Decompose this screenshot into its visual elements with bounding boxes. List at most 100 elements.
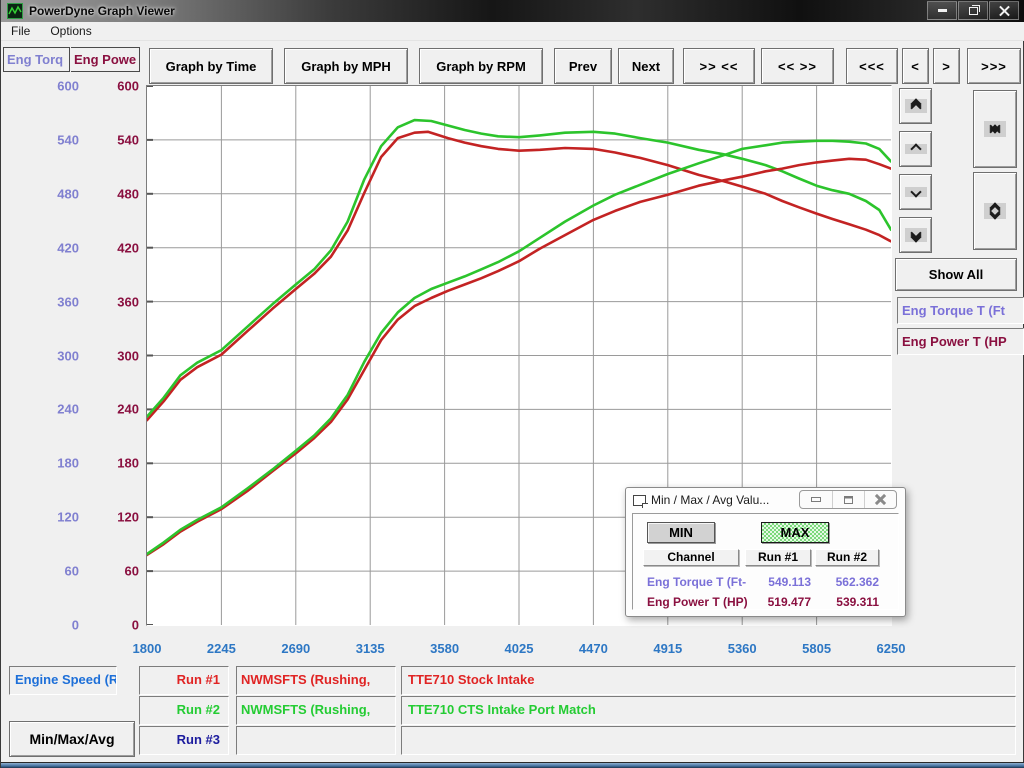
chevrons-expand-button[interactable] xyxy=(973,172,1017,250)
x-tick-rpm: 4025 xyxy=(505,641,534,656)
chevrons-expand-icon xyxy=(984,203,1006,219)
minmax-window-title: Min / Max / Avg Valu... xyxy=(651,493,769,507)
chevron-up-icon xyxy=(905,144,927,154)
minmax-row-channel: Eng Torque T (Ft- xyxy=(647,575,746,589)
column-header-run2: Run #2 xyxy=(815,549,879,566)
run-3-description-field[interactable] xyxy=(401,726,1016,755)
tab-eng-torque[interactable]: Eng Torq xyxy=(3,47,70,72)
x-tick-rpm: 3135 xyxy=(356,641,385,656)
y-tick-torque: 60 xyxy=(1,564,79,579)
restore-icon xyxy=(844,496,853,504)
prev-button[interactable]: Prev xyxy=(554,48,612,84)
run-label-1[interactable]: Run #1 xyxy=(139,666,229,695)
y-tick-torque: 480 xyxy=(1,186,79,201)
max-toggle-button[interactable]: MAX xyxy=(761,522,829,543)
maximize-icon xyxy=(969,7,978,15)
column-header-channel: Channel xyxy=(643,549,739,566)
min-toggle-button[interactable]: MIN xyxy=(647,522,715,543)
y-tick-power: 180 xyxy=(83,456,139,471)
graph-by-time-button[interactable]: Graph by Time xyxy=(149,48,273,84)
minmax-value: 562.362 xyxy=(815,575,879,589)
y-tick-power: 360 xyxy=(83,294,139,309)
run-label-3[interactable]: Run #3 xyxy=(139,726,229,755)
chevron-triple-down-icon xyxy=(905,228,927,242)
show-all-button[interactable]: Show All xyxy=(895,258,1017,291)
minmax-value: 539.311 xyxy=(815,595,879,609)
y-tick-power: 420 xyxy=(83,240,139,255)
y-tick-torque: 120 xyxy=(1,510,79,525)
minmax-value: 519.477 xyxy=(745,595,811,609)
tab-eng-power[interactable]: Eng Powe xyxy=(71,47,140,72)
x-tick-rpm: 6250 xyxy=(877,641,906,656)
y-tick-power: 300 xyxy=(83,348,139,363)
menu-options[interactable]: Options xyxy=(40,24,101,38)
zoom-out-x-button[interactable]: << >> xyxy=(761,48,834,84)
close-icon xyxy=(999,5,1010,16)
x-tick-rpm: 5805 xyxy=(802,641,831,656)
minmax-window[interactable]: Min / Max / Avg Valu... MIN MAX Channel … xyxy=(625,487,906,617)
y-tick-torque: 360 xyxy=(1,294,79,309)
x-tick-rpm: 5360 xyxy=(728,641,757,656)
chevron-down-button[interactable] xyxy=(899,174,932,210)
minmax-body: MIN MAX Channel Run #1 Run #2 Eng Torque… xyxy=(632,513,899,610)
y-tick-power: 480 xyxy=(83,186,139,201)
y-tick-power: 0 xyxy=(83,618,139,633)
minimize-icon xyxy=(811,497,821,502)
minmax-title-bar[interactable]: Min / Max / Avg Valu... xyxy=(626,488,905,512)
y-tick-torque: 0 xyxy=(1,618,79,633)
menu-file[interactable]: File xyxy=(1,24,40,38)
minmax-restore-button[interactable] xyxy=(832,491,864,508)
run-3-operator-field[interactable] xyxy=(236,726,396,755)
scroll-far-right-button[interactable]: >>> xyxy=(967,48,1021,84)
chevron-down-icon xyxy=(905,187,927,197)
close-button[interactable] xyxy=(989,1,1019,20)
zoom-in-x-button[interactable]: >> << xyxy=(683,48,755,84)
graph-by-rpm-button[interactable]: Graph by RPM xyxy=(419,48,543,84)
y-tick-torque: 600 xyxy=(1,79,79,94)
channel-box-torque[interactable]: Eng Torque T (Ft xyxy=(897,297,1024,324)
scroll-far-left-button[interactable]: <<< xyxy=(846,48,898,84)
y-tick-power: 60 xyxy=(83,564,139,579)
menu-bar: File Options xyxy=(1,22,1024,41)
x-channel-box[interactable]: Engine Speed (Rl xyxy=(9,666,117,695)
chevron-triple-down-button[interactable] xyxy=(899,217,932,253)
window-frame-bottom xyxy=(1,762,1024,768)
chevrons-collapse-button[interactable] xyxy=(973,90,1017,168)
y-tick-torque: 240 xyxy=(1,402,79,417)
scroll-right-button[interactable]: > xyxy=(933,48,960,84)
chevron-up-button[interactable] xyxy=(899,131,932,167)
scroll-left-button[interactable]: < xyxy=(902,48,929,84)
chevrons-collapse-icon xyxy=(984,121,1006,137)
x-tick-rpm: 4915 xyxy=(653,641,682,656)
title-bar: PowerDyne Graph Viewer xyxy=(1,0,1024,22)
run-label-2[interactable]: Run #2 xyxy=(139,696,229,725)
channel-box-power[interactable]: Eng Power T (HP xyxy=(897,328,1024,355)
run-1-operator-field[interactable]: NWMSFTS (Rushing, xyxy=(236,666,396,695)
next-button[interactable]: Next xyxy=(618,48,674,84)
y-tick-power: 600 xyxy=(83,79,139,94)
y-tick-torque: 180 xyxy=(1,456,79,471)
x-tick-rpm: 3580 xyxy=(430,641,459,656)
maximize-button[interactable] xyxy=(958,1,988,20)
graph-by-mph-button[interactable]: Graph by MPH xyxy=(284,48,408,84)
app-icon xyxy=(7,3,23,19)
minmax-close-button[interactable] xyxy=(864,491,896,508)
minmax-minimize-button[interactable] xyxy=(800,491,832,508)
run-2-operator-field[interactable]: NWMSFTS (Rushing, xyxy=(236,696,396,725)
minmax-value: 549.113 xyxy=(745,575,811,589)
chevron-triple-up-button[interactable] xyxy=(899,88,932,124)
minmaxavg-button[interactable]: Min/Max/Avg xyxy=(9,721,135,757)
x-tick-rpm: 1800 xyxy=(133,641,162,656)
run-2-description-field[interactable]: TTE710 CTS Intake Port Match xyxy=(401,696,1016,725)
run-1-description-field[interactable]: TTE710 Stock Intake xyxy=(401,666,1016,695)
minmax-window-icon xyxy=(633,495,646,506)
column-header-run1: Run #1 xyxy=(745,549,811,566)
x-tick-rpm: 2245 xyxy=(207,641,236,656)
x-tick-rpm: 2690 xyxy=(281,641,310,656)
minimize-button[interactable] xyxy=(927,1,957,20)
app-window: PowerDyne Graph Viewer File Options Eng … xyxy=(0,0,1024,768)
y-tick-torque: 420 xyxy=(1,240,79,255)
y-tick-power: 540 xyxy=(83,132,139,147)
x-tick-rpm: 4470 xyxy=(579,641,608,656)
chevron-triple-up-icon xyxy=(905,99,927,113)
